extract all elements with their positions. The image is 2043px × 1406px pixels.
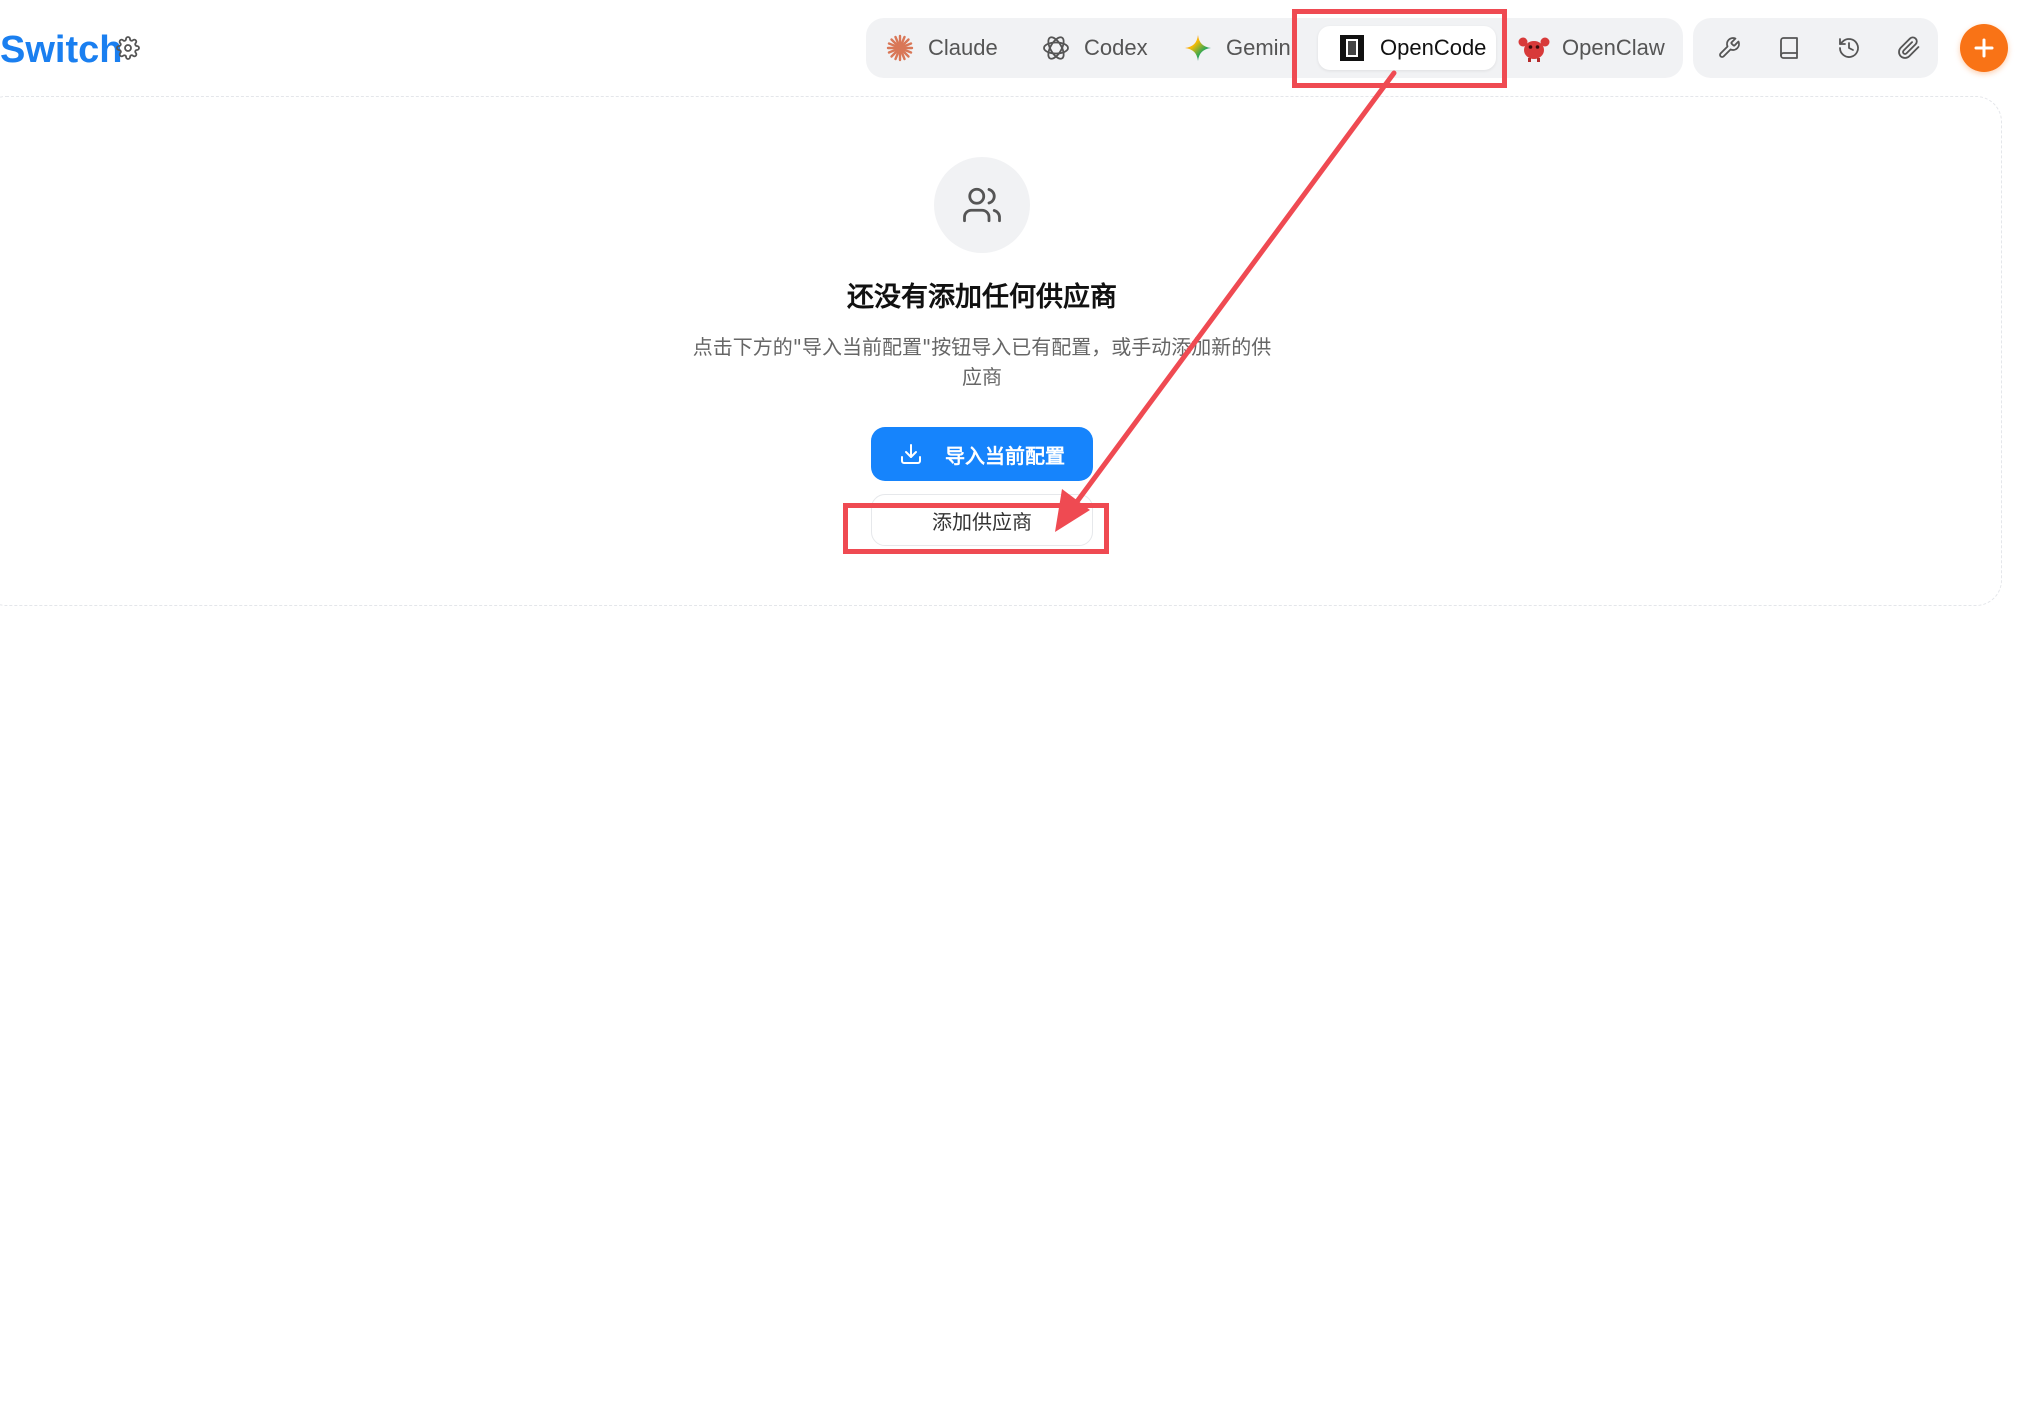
add-provider-label: 添加供应商 xyxy=(932,509,1032,534)
tab-label: Gemini xyxy=(1226,35,1296,60)
app-title: Switch xyxy=(0,29,123,71)
empty-state-avatar xyxy=(934,157,1030,253)
gear-icon xyxy=(116,36,140,60)
empty-state-description: 点击下方的"导入当前配置"按钮导入已有配置，或手动添加新的供应商 xyxy=(692,335,1272,389)
opencode-square-icon xyxy=(1336,32,1368,64)
tab-label: Claude xyxy=(928,35,998,60)
book-icon xyxy=(1780,37,1798,59)
tab-label: OpenCode xyxy=(1380,35,1487,60)
download-icon xyxy=(899,442,923,466)
tab-label: OpenClaw xyxy=(1562,35,1665,60)
tab-codex[interactable]: Codex xyxy=(1040,26,1148,70)
import-config-button[interactable]: 导入当前配置 xyxy=(871,427,1093,481)
wrench-icon xyxy=(1719,37,1740,58)
import-config-label: 导入当前配置 xyxy=(945,443,1065,468)
tools-button[interactable] xyxy=(1711,30,1747,66)
empty-state-title: 还没有添加任何供应商 xyxy=(847,282,1117,313)
docs-button[interactable] xyxy=(1771,30,1807,66)
paperclip-icon xyxy=(1898,36,1920,59)
settings-button[interactable] xyxy=(114,34,142,62)
tab-claude[interactable]: Claude xyxy=(884,26,998,70)
add-provider-button[interactable]: 添加供应商 xyxy=(871,494,1093,546)
gemini-sparkle-icon xyxy=(1182,32,1214,64)
history-button[interactable] xyxy=(1831,30,1867,66)
attach-button[interactable] xyxy=(1891,30,1927,66)
tab-openclaw[interactable]: OpenClaw xyxy=(1518,26,1665,70)
app-tab-bar: Claude Codex Gemini OpenCode OpenClaw xyxy=(866,18,1683,78)
tab-gemini[interactable]: Gemini xyxy=(1182,26,1296,70)
claude-starburst-icon xyxy=(884,32,916,64)
tab-label: Codex xyxy=(1084,35,1148,60)
add-provider-fab[interactable] xyxy=(1960,24,2008,72)
plus-icon xyxy=(1974,38,1994,58)
users-icon xyxy=(963,187,1001,223)
tool-group xyxy=(1693,18,1938,78)
openai-knot-icon xyxy=(1040,32,1072,64)
openclaw-crab-icon xyxy=(1518,32,1550,64)
history-icon xyxy=(1839,38,1859,58)
tab-opencode[interactable]: OpenCode xyxy=(1318,26,1496,70)
